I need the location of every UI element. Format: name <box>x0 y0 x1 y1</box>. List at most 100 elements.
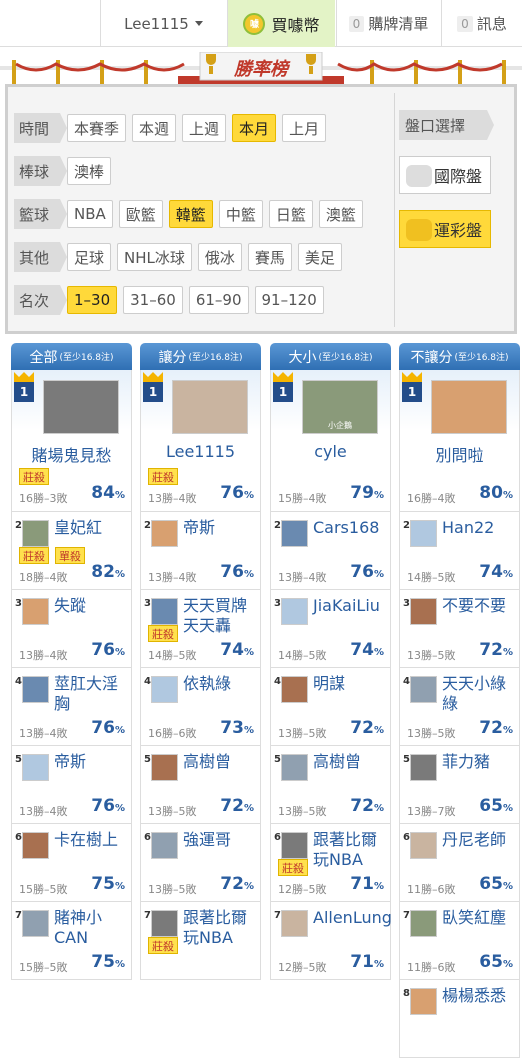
top-rank-card[interactable]: 1 小企鵝 cyle 15勝–4敗 79% <box>270 370 391 512</box>
filter-other-soccer[interactable]: 足球 <box>67 243 112 271</box>
column-tab[interactable]: 全部 (至少16.8注) <box>11 343 132 370</box>
leaderboard-column: 不讓分 (至少16.8注) 1 別問啦 16勝–4敗 80% 2 Han22 14勝–5敗 74%… <box>399 343 520 1058</box>
user-name[interactable]: 菲力豬 <box>442 752 518 772</box>
user-name[interactable]: 帝斯 <box>54 752 130 772</box>
user-name[interactable]: 依執綠 <box>183 674 259 694</box>
list-item[interactable]: 5 菲力豬 13勝–7敗 65% <box>399 746 520 824</box>
filter-time-season[interactable]: 本賽季 <box>67 114 127 142</box>
list-item[interactable]: 8 楊楊悉悉 <box>399 980 520 1058</box>
win-rate: 80% <box>479 483 513 503</box>
filter-baseball-abl[interactable]: 澳棒 <box>67 157 112 185</box>
user-name[interactable]: 莖肛大淫胸 <box>54 674 130 714</box>
user-name[interactable]: AllenLung <box>313 908 392 928</box>
list-item[interactable]: 5 高樹曾 13勝–5敗 72% <box>140 746 261 824</box>
list-item[interactable]: 2 Han22 14勝–5敗 74% <box>399 512 520 590</box>
intl-odds-button[interactable]: 國際盤 <box>399 156 491 194</box>
user-name[interactable]: 天天小綠綠 <box>442 674 518 714</box>
user-name[interactable]: 失蹤 <box>54 596 130 616</box>
buy-coins-button[interactable]: 噱買噱幣 <box>227 0 335 47</box>
filter-other-nhl[interactable]: NHL冰球 <box>117 243 192 271</box>
win-loss-record: 13勝–4敗 <box>148 492 197 505</box>
column-tab[interactable]: 讓分 (至少16.8注) <box>140 343 261 370</box>
filter-time-last-week[interactable]: 上週 <box>182 114 227 142</box>
top-rank-card[interactable]: 1 Lee1115 莊殺 13勝–4敗 76% <box>140 370 261 512</box>
filter-time-last-month[interactable]: 上月 <box>282 114 327 142</box>
list-item[interactable]: 2 帝斯 13勝–4敗 76% <box>140 512 261 590</box>
user-name[interactable]: 跟著比爾玩NBA <box>313 830 389 870</box>
user-name[interactable]: 明謀 <box>313 674 389 694</box>
list-item[interactable]: 3 不要不要 13勝–5敗 72% <box>399 590 520 668</box>
filter-basketball-australia[interactable]: 澳籃 <box>318 200 363 228</box>
filter-other-horse[interactable]: 賽馬 <box>247 243 292 271</box>
win-rate: 76% <box>220 562 254 582</box>
column-tab[interactable]: 不讓分 (至少16.8注) <box>399 343 520 370</box>
filter-basketball-euro[interactable]: 歐籃 <box>118 200 163 228</box>
user-name[interactable]: 帝斯 <box>183 518 259 538</box>
filter-basketball-japan[interactable]: 日籃 <box>268 200 313 228</box>
list-item[interactable]: 6 強運哥 13勝–5敗 72% <box>140 824 261 902</box>
list-item[interactable]: 2 Cars168 13勝–4敗 76% <box>270 512 391 590</box>
list-item[interactable]: 7 跟著比爾玩NBA 莊殺 <box>140 902 261 980</box>
win-loss-record: 16勝–6敗 <box>148 727 197 740</box>
win-rate: 71% <box>350 874 384 894</box>
list-item[interactable]: 4 明謀 13勝–5敗 72% <box>270 668 391 746</box>
list-item[interactable]: 6 丹尼老師 11勝–6敗 65% <box>399 824 520 902</box>
avatar <box>281 520 308 547</box>
list-item[interactable]: 7 臥笑紅塵 11勝–6敗 65% <box>399 902 520 980</box>
list-item[interactable]: 7 賭神小CAN 15勝–5敗 75% <box>11 902 132 980</box>
filter-other-khl[interactable]: 俄冰 <box>197 243 242 271</box>
user-name[interactable]: 賭場鬼見愁 <box>12 442 131 466</box>
list-item[interactable]: 5 高樹曾 13勝–5敗 72% <box>270 746 391 824</box>
filter-basketball-nba[interactable]: NBA <box>67 200 113 228</box>
filter-time-this-month[interactable]: 本月 <box>232 114 277 142</box>
messages-button[interactable]: 0 訊息 <box>441 0 522 47</box>
user-name[interactable]: Cars168 <box>313 518 389 538</box>
user-name[interactable]: 高樹曾 <box>313 752 389 772</box>
list-item[interactable]: 4 依執綠 16勝–6敗 73% <box>140 668 261 746</box>
list-item[interactable]: 3 JiaKaiLiu 14勝–5敗 74% <box>270 590 391 668</box>
user-name[interactable]: Han22 <box>442 518 518 538</box>
filter-rank-1-30[interactable]: 1–30 <box>67 286 118 314</box>
list-item[interactable]: 2 皇妃紅 莊殺 單殺 18勝–4敗 82% <box>11 512 132 590</box>
list-item[interactable]: 3 天天買牌天天轟 莊殺 14勝–5敗 74% <box>140 590 261 668</box>
list-item[interactable]: 4 莖肛大淫胸 13勝–4敗 76% <box>11 668 132 746</box>
user-menu[interactable]: Lee1115 <box>100 0 226 47</box>
filter-basketball-china[interactable]: 中籃 <box>218 200 263 228</box>
user-name[interactable]: JiaKaiLiu <box>313 596 389 616</box>
tag-badge: 莊殺 <box>19 547 49 564</box>
filter-other-football[interactable]: 美足 <box>297 243 342 271</box>
list-item[interactable]: 4 天天小綠綠 13勝–5敗 72% <box>399 668 520 746</box>
filter-time-this-week[interactable]: 本週 <box>132 114 177 142</box>
user-name[interactable]: 楊楊悉悉 <box>442 986 518 1006</box>
top-rank-card[interactable]: 1 別問啦 16勝–4敗 80% <box>399 370 520 512</box>
column-tab[interactable]: 大小 (至少16.8注) <box>270 343 391 370</box>
filter-basketball-korea[interactable]: 韓籃 <box>168 200 213 228</box>
user-name[interactable]: 皇妃紅 <box>54 518 130 538</box>
list-item[interactable]: 5 帝斯 13勝–4敗 76% <box>11 746 132 824</box>
rank-number: 4 <box>274 676 281 687</box>
user-name[interactable]: 高樹曾 <box>183 752 259 772</box>
filter-rank-31-60[interactable]: 31–60 <box>123 286 183 314</box>
user-name[interactable]: 丹尼老師 <box>442 830 518 850</box>
list-item[interactable]: 6 卡在樹上 15勝–5敗 75% <box>11 824 132 902</box>
user-name[interactable]: Lee1115 <box>141 442 260 461</box>
cart-button[interactable]: 0 購牌清單 <box>336 0 440 47</box>
list-item[interactable]: 7 AllenLung 12勝–5敗 71% <box>270 902 392 980</box>
user-name[interactable]: 不要不要 <box>442 596 518 616</box>
user-name[interactable]: 強運哥 <box>183 830 259 850</box>
filter-rank-91-120[interactable]: 91–120 <box>254 286 324 314</box>
user-name[interactable]: 天天買牌天天轟 <box>183 596 259 636</box>
top-rank-card[interactable]: 1 賭場鬼見愁 莊殺 16勝–3敗 84% <box>11 370 132 512</box>
list-item[interactable]: 6 跟著比爾玩NBA 莊殺 12勝–5敗 71% <box>270 824 391 902</box>
win-rate: 76% <box>220 483 254 503</box>
user-name[interactable]: cyle <box>271 442 390 461</box>
user-name[interactable]: 別問啦 <box>400 442 519 466</box>
user-name[interactable]: 賭神小CAN <box>54 908 130 948</box>
filter-rank-61-90[interactable]: 61–90 <box>188 286 249 314</box>
lottery-odds-button[interactable]: 運彩盤 <box>399 210 491 248</box>
list-item[interactable]: 3 失蹤 13勝–4敗 76% <box>11 590 132 668</box>
user-name[interactable]: 臥笑紅塵 <box>442 908 518 928</box>
user-name[interactable]: 跟著比爾玩NBA <box>183 908 259 948</box>
win-rate: 72% <box>350 796 384 816</box>
user-name[interactable]: 卡在樹上 <box>54 830 130 850</box>
